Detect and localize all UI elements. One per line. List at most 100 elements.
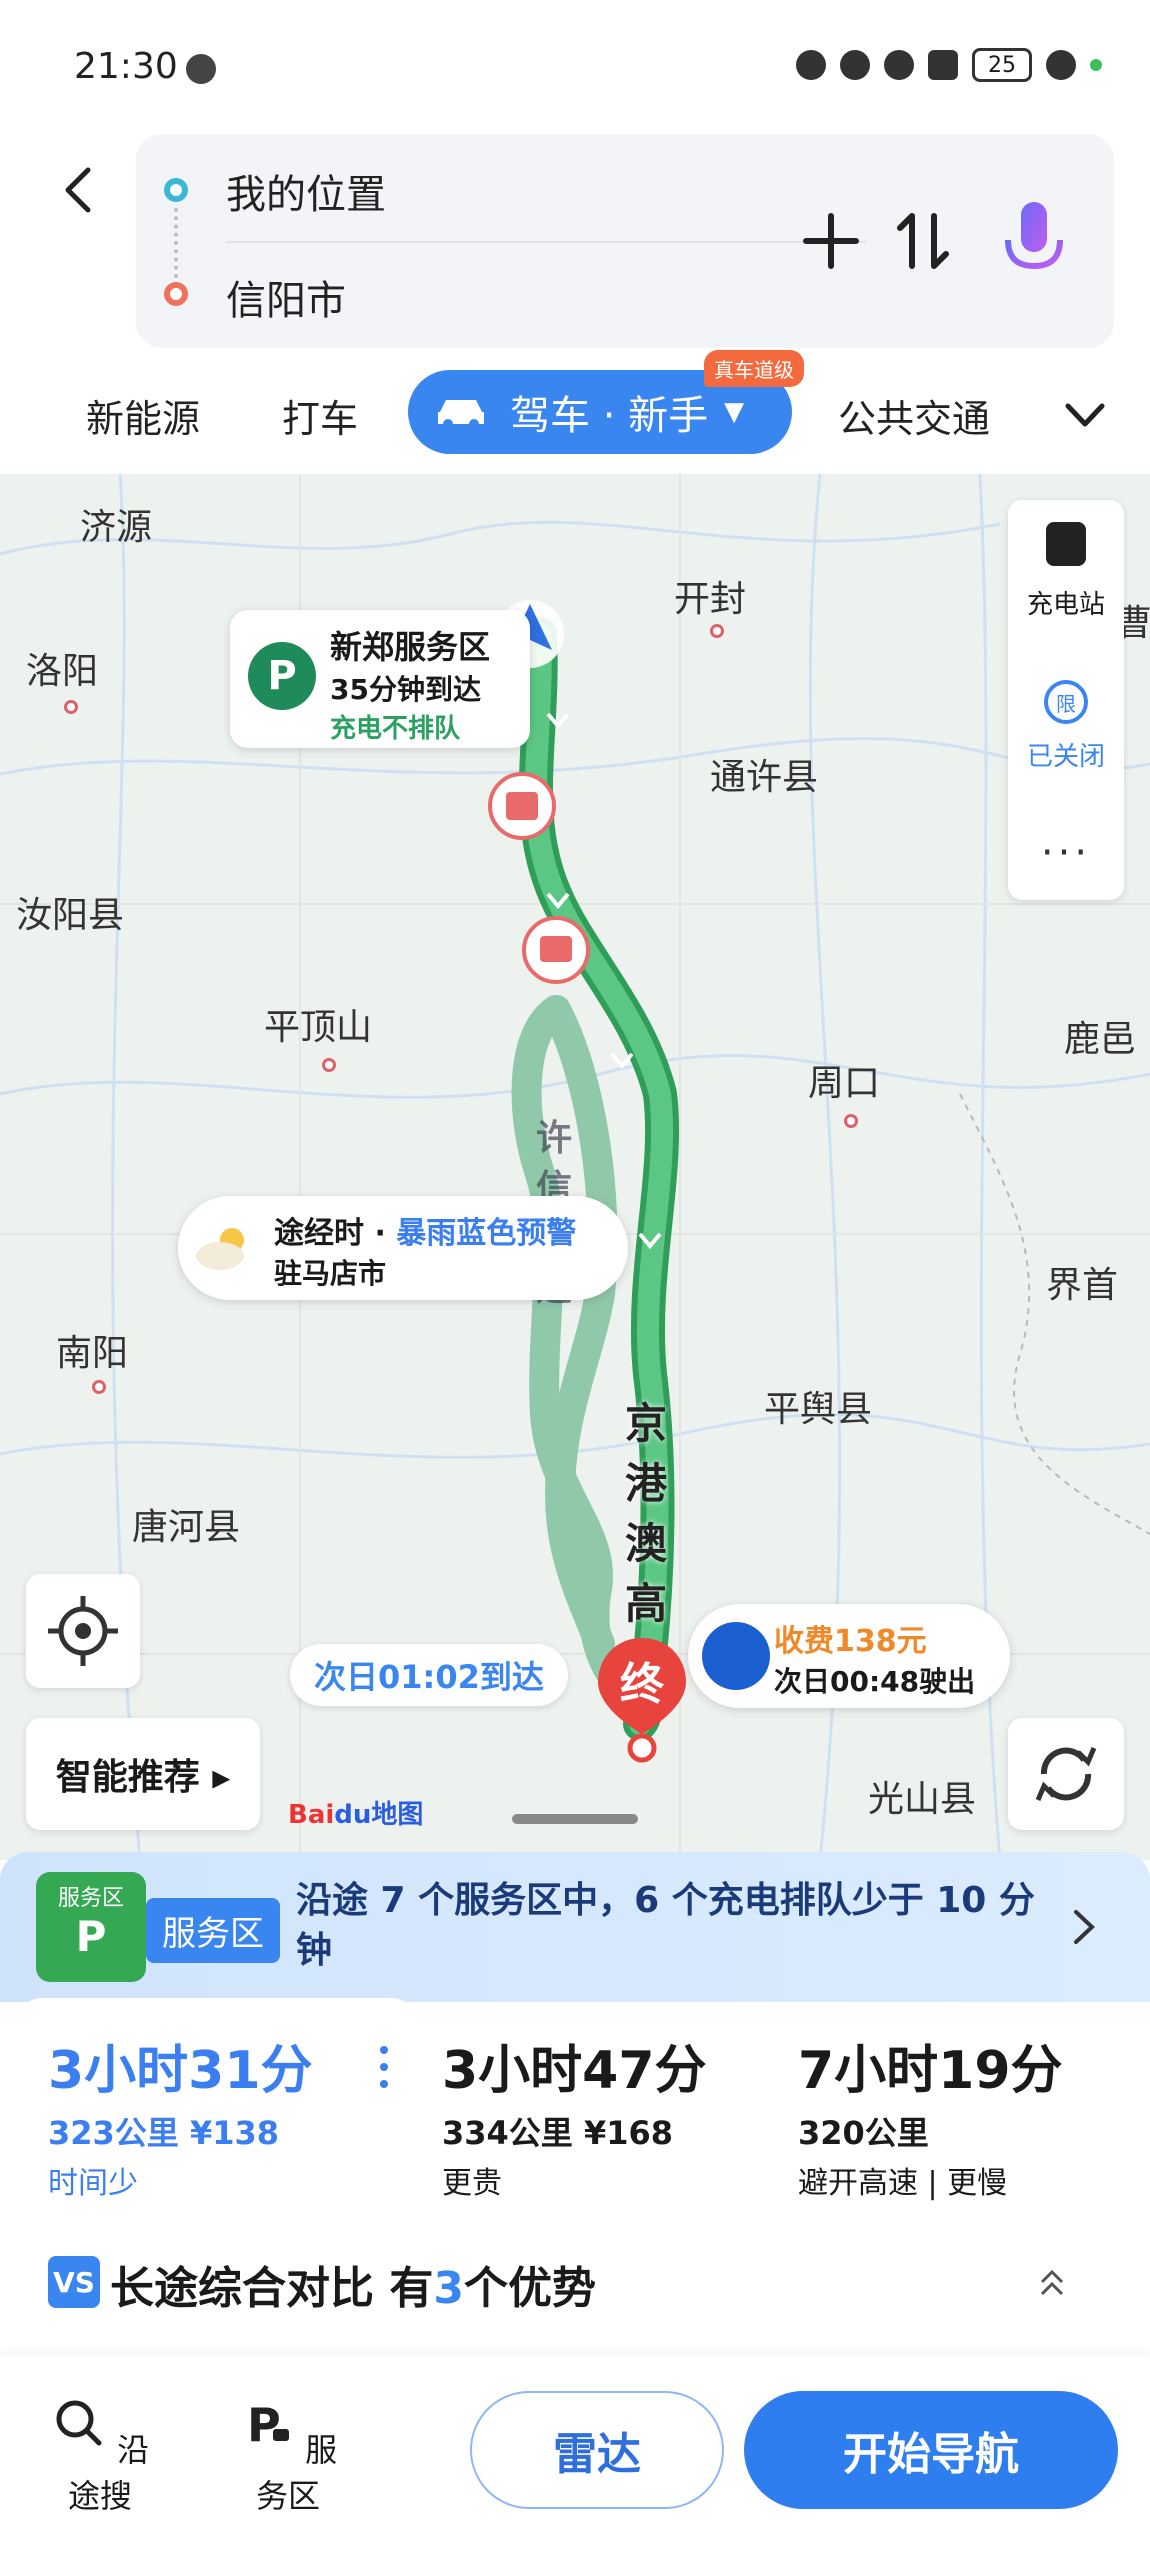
parking-icon: P <box>248 642 316 710</box>
baidu-map-logo: Baidu地图 <box>288 1800 424 1830</box>
service-area-note: 充电不排队 <box>330 714 461 744</box>
city-label: 洛阳 <box>26 651 99 692</box>
city-label: 开封 <box>674 579 747 620</box>
location-icon <box>884 50 914 80</box>
route-distance-fee: 323公里 ¥138 <box>48 2114 280 2152</box>
city-label: 界首 <box>1046 1265 1119 1306</box>
highway-label: 京港澳高 <box>624 1399 667 1628</box>
voice-input-button[interactable] <box>994 196 1074 286</box>
city-label: 平舆县 <box>764 1389 873 1430</box>
refresh-icon <box>1035 1747 1097 1801</box>
divider <box>226 241 866 243</box>
privacy-dot-icon <box>1090 59 1102 71</box>
route-more-icon[interactable] <box>374 2042 394 2092</box>
crosshair-icon <box>48 1596 118 1666</box>
city-label: 南阳 <box>56 1333 129 1374</box>
double-chevron-up-icon[interactable] <box>1034 2264 1070 2300</box>
status-time: 21:30 <box>74 46 178 87</box>
city-dot <box>710 624 724 638</box>
route-tag: 更贵 <box>442 2166 502 2201</box>
status-icons: 25 <box>796 48 1102 82</box>
route-distance-fee: 320公里 <box>798 2114 929 2152</box>
weather-warning-card[interactable]: 途经时 · 暴雨蓝色预警 驻马店市 <box>178 1196 628 1300</box>
service-area-tag: 服务区 <box>146 1898 280 1963</box>
eye-icon <box>796 50 826 80</box>
signal-icon <box>928 50 958 80</box>
bottom-action-bar: 沿途搜 P 服务区 雷达 开始导航 <box>0 2355 1150 2553</box>
chevron-down-icon <box>1065 403 1105 427</box>
weather-warning-text: 途经时 · 暴雨蓝色预警 <box>274 1216 577 1251</box>
service-area-summary: 沿途 7 个服务区中，6 个充电排队少于 10 分钟 <box>296 1880 1035 1971</box>
city-label: 鹿邑 <box>1064 1019 1137 1060</box>
origin-input[interactable]: 我的位置 <box>226 162 386 220</box>
tab-drive-label: 驾车 · 新手 <box>510 393 709 439</box>
more-modes-button[interactable] <box>1060 390 1110 440</box>
route-duration: 7小时19分 <box>798 2041 1063 2101</box>
service-area-icon: 服务区 P <box>36 1872 146 1982</box>
charging-station-label[interactable]: 充电站 <box>1008 584 1124 621</box>
service-area-title: 新郑服务区 <box>330 628 491 666</box>
chevron-right-icon <box>1074 1910 1095 1944</box>
add-waypoint-button[interactable] <box>796 206 866 276</box>
dropdown-triangle-icon: ▼ <box>724 397 745 427</box>
start-navigation-button[interactable]: 开始导航 <box>744 2391 1118 2509</box>
service-area-button[interactable]: P 服务区 <box>228 2395 348 2517</box>
compare-title: 长途综合对比 有3个优势 <box>110 2263 596 2314</box>
toll-gate-icon <box>702 1622 770 1690</box>
map-view[interactable]: 济源 开封 洛阳 通许县 汝阳县 平顶山 周口 鹿邑 界首 南阳 平舆县 唐河县… <box>0 474 1150 1860</box>
microphone-icon <box>1005 202 1063 280</box>
recording-icon <box>186 54 216 84</box>
svg-text:P: P <box>247 2398 281 2451</box>
city-label: 通许县 <box>710 757 819 798</box>
route-distance-fee: 334公里 ¥168 <box>442 2114 674 2152</box>
destination-marker-label: 终 <box>620 1659 664 1710</box>
route-tag: 避开高速 | 更慢 <box>798 2166 1008 2201</box>
city-label: 平顶山 <box>264 1007 373 1048</box>
car-icon <box>438 400 484 429</box>
locate-me-button[interactable] <box>26 1574 140 1688</box>
city-label: 汝阳县 <box>16 895 125 936</box>
leaf-icon <box>1046 50 1076 80</box>
route-card: 我的位置 信阳市 <box>136 134 1114 348</box>
sheet-drag-handle[interactable] <box>512 1814 638 1824</box>
start-point-icon <box>164 178 188 202</box>
traffic-limit-label[interactable]: 已关闭 <box>1008 736 1124 773</box>
search-along-button[interactable]: 沿途搜 <box>40 2395 160 2517</box>
lane-level-badge: 真车道级 <box>704 350 804 387</box>
mode-tabs: 新能源 打车 驾车 · 新手 ▼ 真车道级 公共交通 <box>0 350 1150 460</box>
tab-taxi[interactable]: 打车 <box>282 388 358 443</box>
long-trip-compare[interactable]: VS 长途综合对比 有3个优势 <box>0 2242 1150 2332</box>
charging-station-icon[interactable] <box>1046 522 1086 566</box>
arrival-time-pill: 次日01:02到达 <box>290 1644 568 1706</box>
refresh-route-button[interactable] <box>1008 1718 1124 1830</box>
tab-transit[interactable]: 公共交通 <box>838 388 990 443</box>
swap-route-button[interactable] <box>888 206 958 276</box>
destination-input[interactable]: 信阳市 <box>226 268 346 326</box>
tab-ev[interactable]: 新能源 <box>86 388 200 443</box>
route-option-2[interactable]: 3小时47分 334公里 ¥168 更贵 <box>430 1998 770 2218</box>
route-sheet: 服务区 P 服务区 沿途 7 个服务区中，6 个充电排队少于 10 分钟 3小时3… <box>0 1852 1150 2553</box>
route-options: 3小时31分 323公里 ¥138 时间少 3小时47分 334公里 ¥168 … <box>18 1998 1132 2218</box>
route-option-3[interactable]: 7小时19分 320公里 避开高速 | 更慢 <box>786 1998 1132 2218</box>
plus-icon <box>803 213 859 269</box>
vs-icon: VS <box>48 2256 100 2308</box>
city-label: 光山县 <box>868 1779 977 1820</box>
back-button[interactable] <box>50 160 110 220</box>
service-area-banner[interactable]: 服务区 P 服务区 沿途 7 个服务区中，6 个充电排队少于 10 分钟 <box>0 1852 1150 2002</box>
service-area-parking-icon: P <box>247 2398 289 2452</box>
city-dot <box>844 1114 858 1128</box>
toll-card[interactable]: 收费138元 次日00:48驶出 <box>688 1604 1010 1708</box>
service-area-card[interactable]: P 新郑服务区 35分钟到达 充电不排队 <box>230 610 530 748</box>
search-icon <box>56 2400 102 2446</box>
end-point-icon <box>164 282 188 306</box>
cloud-sun-icon <box>196 1228 244 1270</box>
back-arrow-icon <box>65 167 91 213</box>
more-options-icon[interactable]: ··· <box>1008 830 1124 876</box>
radar-button[interactable]: 雷达 <box>470 2391 724 2509</box>
route-duration: 3小时31分 <box>48 2041 313 2101</box>
route-connector <box>174 208 178 278</box>
smart-recommend-button[interactable]: 智能推荐 ▸ <box>26 1718 260 1830</box>
route-option-1[interactable]: 3小时31分 323公里 ¥138 时间少 <box>18 1998 416 2218</box>
status-bar: 21:30 25 <box>0 0 1150 130</box>
traffic-limit-icon[interactable]: 限 <box>1044 680 1088 724</box>
